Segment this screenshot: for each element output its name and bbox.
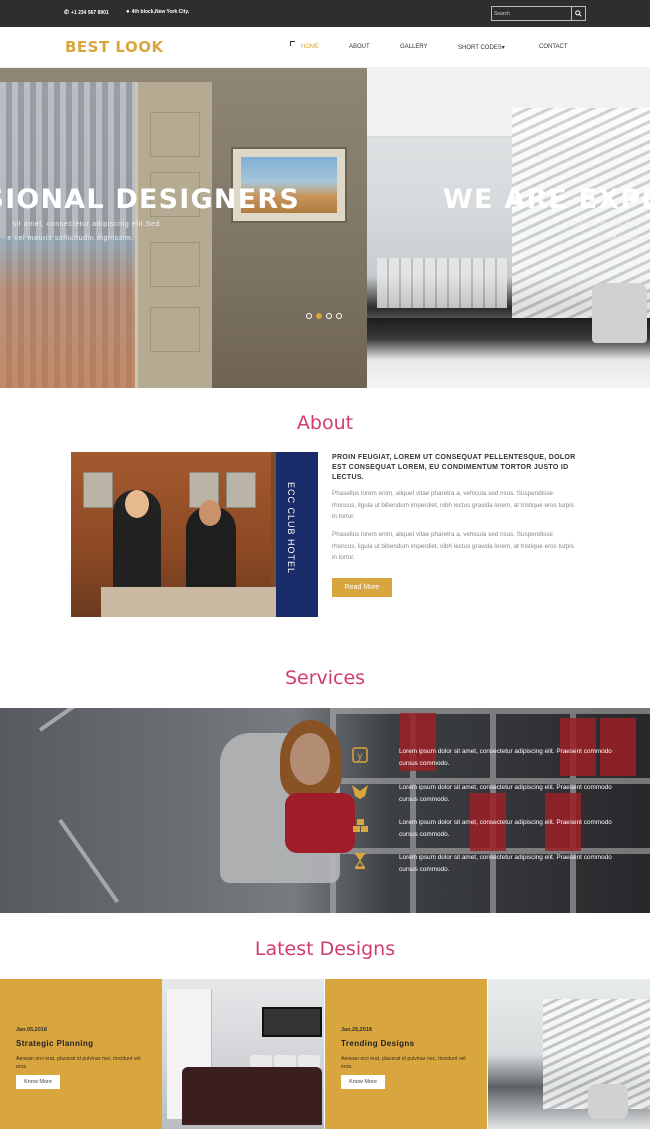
armchair xyxy=(592,283,647,343)
hero-title-right: WE ARE EXPER xyxy=(443,184,650,215)
nav-short-codes[interactable]: SHORT CODES▾ xyxy=(458,44,505,51)
address-text: 4th block,New York City. xyxy=(131,9,190,15)
nav-home[interactable]: HOME xyxy=(301,44,319,50)
design-description: Aenean orci erat, placerat id pulvinar n… xyxy=(341,1056,466,1070)
hero-subtitle-left-1: sit amet, consectetur adipiscing elit.Se… xyxy=(12,221,160,228)
services-overlay xyxy=(0,708,650,913)
hero-slider[interactable]: ESSIONAL DESIGNERS sit amet, consectetur… xyxy=(0,68,650,388)
hourglass-icon xyxy=(349,852,371,870)
person-head xyxy=(125,490,149,518)
plaque xyxy=(83,472,113,508)
service-text: Lorem ipsum dolor sit amet, consectetur … xyxy=(399,819,612,838)
search-button[interactable] xyxy=(571,7,585,20)
design-description: Aenean orci erat, placerat id pulvinar n… xyxy=(16,1056,141,1070)
services-title: Services xyxy=(284,667,366,689)
person-head xyxy=(199,500,221,526)
hotel-banner xyxy=(276,452,318,617)
slide-bedroom-image xyxy=(0,68,367,388)
bed xyxy=(182,1067,322,1125)
design-title[interactable]: Strategic Planning xyxy=(16,1039,93,1048)
design-title[interactable]: Trending Designs xyxy=(341,1039,415,1048)
hero-title-left: ESSIONAL DESIGNERS xyxy=(0,184,300,215)
about-paragraph: Phasellus lorem enim, aliquet vitae phar… xyxy=(332,531,574,561)
nav-contact[interactable]: CONTACT xyxy=(539,44,568,50)
hotel-banner-text: ECC CLUB HOTEL xyxy=(286,482,296,575)
hero-subtitle-right-1: Lorem ipsum dolo xyxy=(575,221,641,228)
design-date: Jan.05,2018 xyxy=(16,1027,47,1033)
reception-desk xyxy=(101,587,276,617)
service-text: Lorem ipsum dolor sit amet, consectetur … xyxy=(399,784,612,803)
service-text: Lorem ipsum dolor sit amet, consectetur … xyxy=(399,748,612,767)
caret-down-icon: ▾ xyxy=(501,45,505,51)
phone-info: ✆ +1 234 567 8901 xyxy=(64,9,109,17)
y-badge-icon: y xyxy=(349,746,371,764)
slider-dots xyxy=(306,313,342,319)
slider-dot-active[interactable] xyxy=(316,313,322,319)
door xyxy=(135,82,212,388)
wall-art xyxy=(262,1007,322,1037)
read-more-button[interactable]: Read More xyxy=(332,578,392,597)
search-box xyxy=(491,6,586,21)
nav-about[interactable]: ABOUT xyxy=(349,44,370,50)
about-image: ECC CLUB HOTEL xyxy=(71,452,318,617)
dining-area xyxy=(377,258,507,308)
top-bar: ✆ +1 234 567 8901 ● 4th block,New York C… xyxy=(0,0,650,27)
main-nav: BEST LOOK HOME ABOUT GALLERY SHORT CODES… xyxy=(0,27,650,68)
phone-icon: ✆ xyxy=(64,10,70,16)
slider-dot[interactable] xyxy=(306,313,312,319)
plaque xyxy=(226,472,256,508)
slide-living-room-image xyxy=(367,68,650,388)
design-card: Jan.05,2018 Strategic Planning Aenean or… xyxy=(0,979,162,1129)
door-panel xyxy=(150,307,200,352)
latest-designs-title: Latest Designs xyxy=(254,938,396,960)
about-paragraph: Phasellus lorem enim, aliquet vitae phar… xyxy=(332,490,574,520)
interior-design-image xyxy=(488,979,650,1129)
map-marker-icon: ● xyxy=(126,9,130,15)
hero-subtitle-left-2: e vel mauris sollicitudin dignissim. xyxy=(7,235,134,242)
door-panel xyxy=(150,112,200,157)
search-input[interactable] xyxy=(494,8,572,19)
svg-text:y: y xyxy=(358,751,363,762)
nav-short-codes-label: SHORT CODES xyxy=(458,45,502,51)
address-info: ● 4th block,New York City. xyxy=(126,9,189,15)
active-indicator-icon xyxy=(290,41,295,46)
door-panel xyxy=(150,242,200,287)
know-more-button[interactable]: Know More xyxy=(341,1075,385,1089)
bedroom-design-image xyxy=(162,979,324,1129)
about-heading: PROIN FEUGIAT, LOREM UT CONSEQUAT PELLEN… xyxy=(332,454,576,481)
curtain-view xyxy=(0,238,135,388)
armchair xyxy=(588,1084,628,1119)
know-more-button[interactable]: Know More xyxy=(16,1075,60,1089)
design-date: Jan.25,2018 xyxy=(341,1027,372,1033)
nav-gallery[interactable]: GALLERY xyxy=(400,44,428,50)
design-card: Jan.25,2018 Trending Designs Aenean orci… xyxy=(325,979,487,1129)
cubes-icon xyxy=(349,817,371,835)
fox-icon xyxy=(349,782,371,800)
service-text: Lorem ipsum dolor sit amet, consectetur … xyxy=(399,854,612,873)
about-title: About xyxy=(296,412,354,434)
search-icon xyxy=(575,10,582,17)
site-logo[interactable]: BEST LOOK xyxy=(65,38,164,56)
hero-subtitle-right-2: blandit massa xyxy=(597,235,648,242)
slider-dot[interactable] xyxy=(326,313,332,319)
slider-dot[interactable] xyxy=(336,313,342,319)
phone-number: +1 234 567 8901 xyxy=(71,9,109,16)
